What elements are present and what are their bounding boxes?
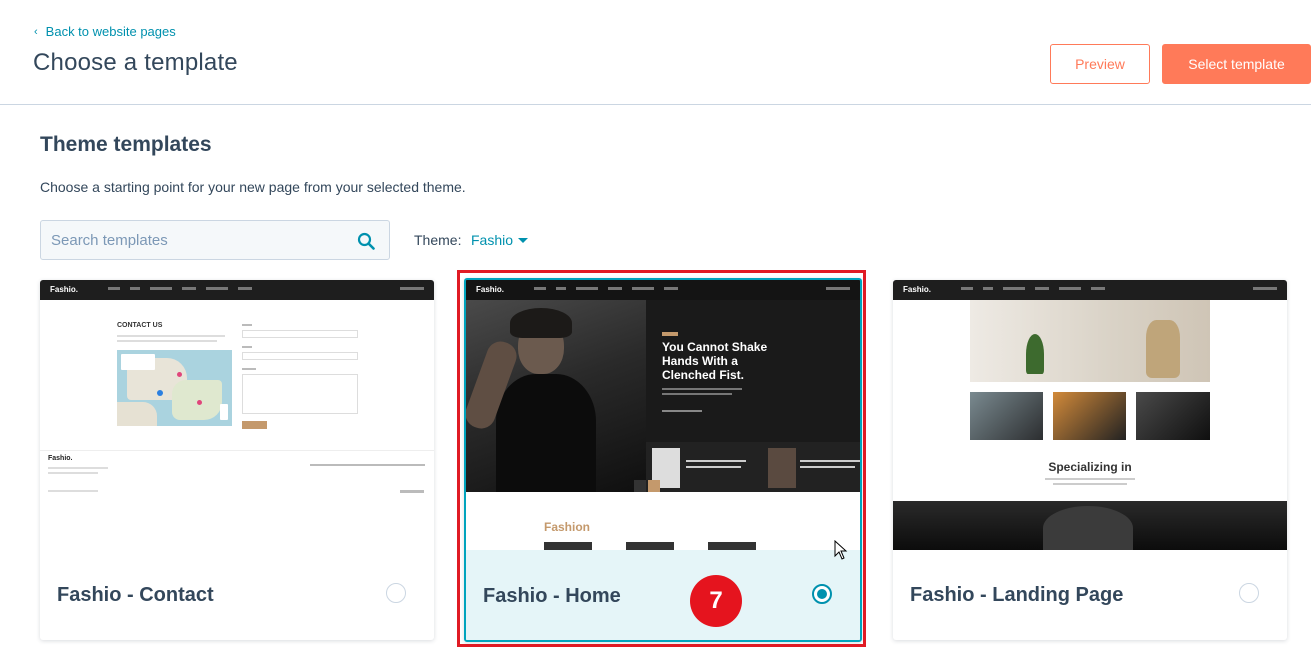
hero-headline: You Cannot Shake Hands With a Clenched F… [662, 340, 768, 382]
preview-heading: Specializing in [1048, 460, 1132, 474]
template-card-home[interactable]: Fashio. You Cannot Shake Hands With a Cl… [464, 278, 862, 642]
search-box [40, 220, 390, 260]
template-name: Fashio - Home [483, 585, 621, 607]
search-input[interactable] [41, 221, 341, 259]
template-radio-landing[interactable] [1239, 583, 1259, 603]
search-icon[interactable] [357, 232, 375, 250]
template-name: Fashio - Contact [57, 584, 214, 606]
chevron-left-icon: ‹ [34, 25, 38, 38]
header-divider [0, 104, 1311, 105]
theme-label: Theme: [414, 232, 462, 248]
section-subtitle: Choose a starting point for your new pag… [40, 179, 466, 195]
theme-value: Fashio [471, 232, 514, 248]
page-title: Choose a template [33, 49, 238, 76]
section-label: Fashion [544, 520, 591, 534]
section-title: Theme templates [40, 133, 212, 156]
mouse-cursor-icon [834, 540, 848, 560]
template-card-contact[interactable]: Fashio. CONTACT US Fashio. Fashio - Cont… [40, 280, 434, 640]
preview-logo: Fashio. [903, 285, 932, 294]
hero-photo [466, 300, 646, 492]
preview-footer-logo: Fashio. [48, 455, 73, 462]
template-radio-home[interactable] [812, 584, 832, 604]
template-radio-contact[interactable] [386, 583, 406, 603]
theme-dropdown[interactable]: Fashio [471, 232, 529, 248]
step-badge: 7 [690, 575, 742, 627]
back-link-label: Back to website pages [45, 24, 176, 39]
preview-heading: CONTACT US [117, 322, 163, 329]
template-preview-contact: Fashio. CONTACT US Fashio. [40, 280, 434, 550]
preview-logo: Fashio. [50, 285, 79, 294]
map-image [117, 350, 232, 426]
template-preview-home: Fashio. You Cannot Shake Hands With a Cl… [466, 280, 860, 550]
back-link[interactable]: ‹ Back to website pages [34, 24, 176, 39]
select-template-button[interactable]: Select template [1162, 44, 1311, 84]
hero-photo [970, 300, 1210, 382]
template-name: Fashio - Landing Page [910, 584, 1124, 606]
template-card-landing[interactable]: Fashio. Specializing in Fashio - Landing… [893, 280, 1287, 640]
preview-button[interactable]: Preview [1050, 44, 1150, 84]
template-preview-landing: Fashio. Specializing in [893, 280, 1287, 550]
caret-down-icon [518, 237, 529, 243]
preview-logo: Fashio. [476, 285, 505, 294]
